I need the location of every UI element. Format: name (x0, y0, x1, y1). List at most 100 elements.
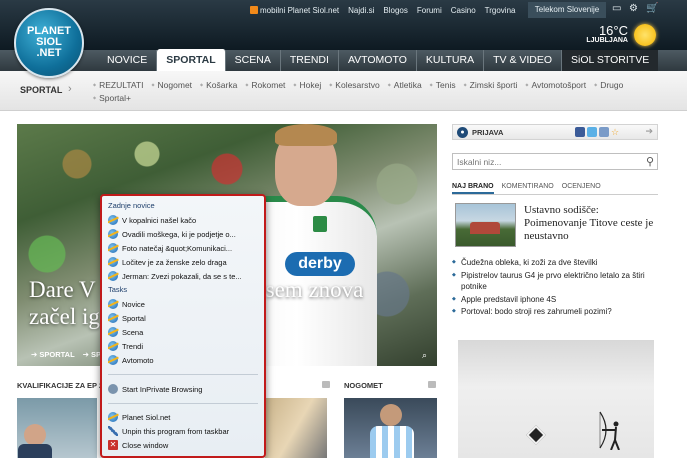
ie-icon (108, 299, 118, 309)
top-news-title[interactable]: Ustavno sodišče: Poimenovanje Titove ces… (524, 204, 658, 243)
subnav-kosarka[interactable]: Košarka (200, 80, 237, 90)
jumplist-recent-item[interactable]: Foto natečaj &quot;Komunikaci... (108, 242, 258, 254)
club-badge (313, 216, 327, 232)
subnav-atletika[interactable]: Atletika (388, 80, 422, 90)
subnav-hokej[interactable]: Hokej (293, 80, 321, 90)
gear-icon[interactable]: ⚙ (629, 4, 639, 14)
comment-icon[interactable] (428, 381, 436, 388)
tab-ocenjeno[interactable]: OCENJENO (562, 183, 601, 194)
weather-temp: 16°C (598, 23, 628, 38)
ie-icon (108, 243, 118, 253)
advertisement[interactable] (458, 340, 654, 458)
header-icons: ▭ ⚙ 🛒 (612, 4, 658, 14)
jumplist-app[interactable]: Planet Siol.net (108, 411, 258, 423)
nav-avtomoto[interactable]: AVTOMOTO (339, 50, 417, 71)
star-icon[interactable]: ☆ (611, 127, 621, 137)
subnav-links: REZULTATI Nogomet Košarka Rokomet Hokej … (93, 80, 653, 103)
telekom-link[interactable]: Telekom Slovenije (528, 2, 606, 18)
section-nogomet[interactable]: NOGOMET (344, 381, 383, 390)
thumb-person-body (18, 444, 52, 458)
rss-icon (250, 6, 258, 14)
toplink-casino[interactable]: Casino (451, 6, 476, 15)
jumplist-recent-item[interactable]: Ovadili moškega, ki je podjetje o... (108, 228, 258, 240)
player-hair (275, 124, 337, 146)
subnav-zimski-sporti[interactable]: Zimski športi (464, 80, 518, 90)
top-news-image-roofs (470, 222, 500, 234)
twitter-icon[interactable] (587, 127, 597, 137)
toplink-mobile[interactable]: mobilni Planet Siol.net (250, 6, 339, 15)
zoom-icon[interactable]: ⌕ (422, 350, 427, 361)
comment-icon[interactable] (322, 381, 330, 388)
weather-city: LJUBLJANA (586, 37, 628, 44)
jumplist-recent-heading: Zadnje novice (108, 201, 155, 210)
subnav-avtomotosport[interactable]: Avtomotošport (525, 80, 586, 90)
top-links: mobilni Planet Siol.net Najdi.si Blogos … (250, 6, 515, 15)
news-item[interactable]: Portoval: bodo stroji res zahrumeli pozi… (452, 306, 662, 318)
jumplist-task-trendi[interactable]: Trendi (108, 340, 258, 352)
toplink-forumi[interactable]: Forumi (417, 6, 442, 15)
login-link[interactable]: PRIJAVA (472, 128, 503, 137)
ie-icon (108, 271, 118, 281)
jumplist-recent-item[interactable]: V kopalnici našel kačo (108, 214, 258, 226)
ie-icon (108, 313, 118, 323)
subnav-rezultati[interactable]: REZULTATI (93, 80, 143, 90)
hero-tag-sportal[interactable]: ➔ SPORTAL (31, 350, 75, 359)
cart-icon[interactable]: 🛒 (646, 4, 658, 14)
toplink-trgovina[interactable]: Trgovina (485, 6, 516, 15)
nav-kultura[interactable]: KULTURA (417, 50, 485, 71)
subnav-rokomet[interactable]: Rokomet (245, 80, 285, 90)
toplink-blogos[interactable]: Blogos (383, 6, 407, 15)
article-thumbnail[interactable] (265, 398, 327, 458)
news-item[interactable]: Čudežna obleka, ki zoži za dve številki (452, 257, 662, 269)
ie-icon (108, 327, 118, 337)
ie-icon (108, 355, 118, 365)
arrow-right-icon[interactable]: ➔ (645, 126, 653, 137)
news-item[interactable]: Apple predstavil iphone 4S (452, 294, 662, 306)
jumplist-task-scena[interactable]: Scena (108, 326, 258, 338)
linkedin-icon[interactable] (599, 127, 609, 137)
nav-sportal[interactable]: SPORTAL (157, 49, 226, 71)
subnav-title[interactable]: SPORTAL (20, 85, 62, 95)
jumplist-task-novice[interactable]: Novice (108, 298, 258, 310)
jumplist-unpin[interactable]: Unpin this program from taskbar (108, 425, 258, 437)
search-input[interactable] (453, 154, 639, 169)
tab-naj-brano[interactable]: NAJ BRANO (452, 183, 494, 194)
subnav-drugo[interactable]: Drugo (594, 80, 623, 90)
nav-siol-storitve[interactable]: SiOL STORITVE (562, 50, 659, 71)
tab-komentirano[interactable]: KOMENTIRANO (502, 183, 554, 194)
monitor-icon[interactable]: ▭ (612, 4, 622, 14)
user-icon: ● (457, 127, 468, 138)
subnav-sportal-plus[interactable]: Sportal+ (93, 93, 131, 103)
jumplist-inprivate[interactable]: Start InPrivate Browsing (108, 383, 258, 395)
search-icon[interactable]: ⚲ (646, 155, 654, 168)
unpin-icon (108, 426, 118, 436)
inprivate-icon (108, 384, 118, 394)
jumplist-recent-item[interactable]: Jerman: Zvezi pokazali, da se s te... (108, 270, 258, 282)
nav-scena[interactable]: SCENA (226, 50, 281, 71)
nav-tv-video[interactable]: TV & VIDEO (484, 50, 563, 71)
sub-nav: SPORTAL › REZULTATI Nogomet Košarka Roko… (0, 71, 687, 111)
subnav-nogomet[interactable]: Nogomet (151, 80, 193, 90)
news-item[interactable]: Pipistrelov taurus G4 je prvo električno… (452, 270, 662, 293)
facebook-icon[interactable] (575, 127, 585, 137)
site-logo[interactable]: PLANET SIOL .NET (14, 8, 84, 78)
jumplist-close-window[interactable]: ✕ Close window (108, 439, 258, 451)
jumplist-task-avtomoto[interactable]: Avtomoto (108, 354, 258, 366)
ie-icon (108, 257, 118, 267)
jumplist-tasks-heading: Tasks (108, 285, 128, 294)
subnav-kolesarstvo[interactable]: Kolesarstvo (329, 80, 379, 90)
close-icon: ✕ (108, 440, 118, 450)
sponsor-logo: derby (285, 252, 355, 276)
jumplist-task-sportal[interactable]: Sportal (108, 312, 258, 324)
jumplist-recent-item[interactable]: Ločitev je za ženske zelo draga (108, 256, 258, 268)
section-kvalifikacije[interactable]: KVALIFIKACIJE ZA EP 20 (17, 381, 107, 390)
nav-trendi[interactable]: TRENDI (281, 50, 339, 71)
weather-widget[interactable]: 16°C LJUBLJANA (584, 24, 628, 44)
browser-page: mobilni Planet Siol.net Najdi.si Blogos … (0, 0, 687, 458)
subnav-tenis[interactable]: Tenis (430, 80, 456, 90)
sun-icon (634, 24, 656, 46)
nav-novice[interactable]: NOVICE (98, 50, 158, 71)
thumb-player-shirt (370, 426, 414, 458)
toplink-najdi[interactable]: Najdi.si (348, 6, 374, 15)
chevron-right-icon: › (68, 83, 72, 95)
